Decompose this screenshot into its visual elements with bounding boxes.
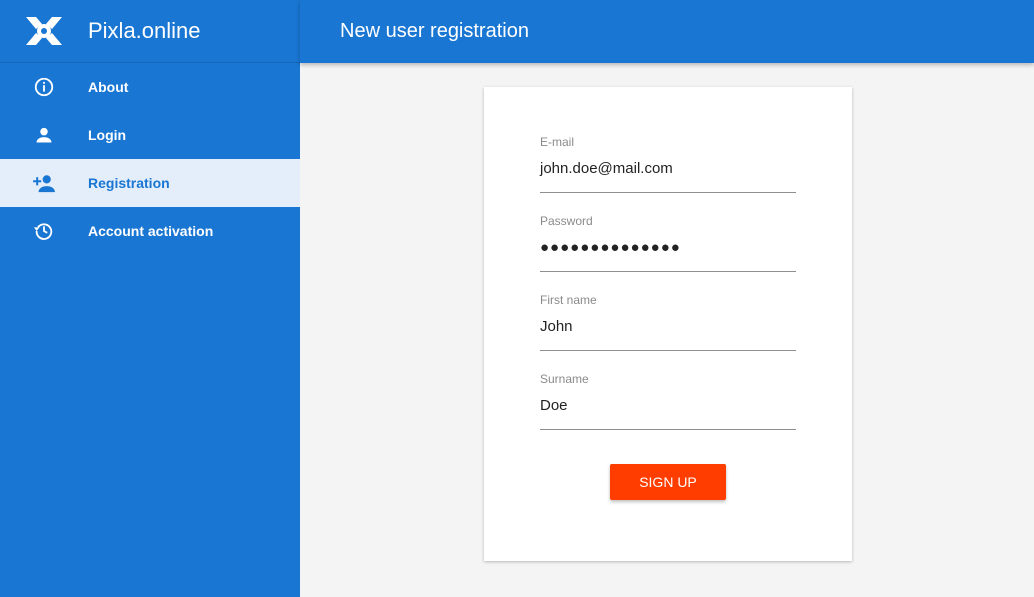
- app-name[interactable]: Pixla.online: [88, 18, 201, 44]
- sidebar: Pixla.online About Login Registration Ac…: [0, 0, 300, 597]
- first-name-field[interactable]: First name John: [540, 293, 796, 351]
- password-label: Password: [540, 214, 593, 228]
- surname-input[interactable]: Doe: [540, 397, 796, 417]
- pixla-logo-icon[interactable]: [24, 15, 64, 47]
- email-underline: [540, 192, 796, 193]
- person-add-icon: [32, 171, 56, 195]
- surname-label: Surname: [540, 372, 589, 386]
- password-underline: [540, 271, 796, 272]
- info-icon: [32, 75, 56, 99]
- person-icon: [32, 123, 56, 147]
- sidebar-item-registration[interactable]: Registration: [0, 159, 300, 207]
- surname-underline: [540, 429, 796, 430]
- password-input[interactable]: ●●●●●●●●●●●●●●: [540, 239, 796, 259]
- sidebar-item-label: Account activation: [88, 223, 214, 239]
- sidebar-item-label: Registration: [88, 175, 170, 191]
- sidebar-item-login[interactable]: Login: [0, 111, 300, 159]
- email-label: E-mail: [540, 135, 575, 149]
- first-name-label: First name: [540, 293, 597, 307]
- email-field[interactable]: E-mail john.doe@mail.com: [540, 135, 796, 193]
- registration-card: E-mail john.doe@mail.com Password ●●●●●●…: [484, 87, 852, 561]
- password-field[interactable]: Password ●●●●●●●●●●●●●●: [540, 214, 796, 272]
- sidebar-item-label: Login: [88, 127, 127, 143]
- sidebar-item-label: About: [88, 79, 129, 95]
- sidebar-item-account-activation[interactable]: Account activation: [0, 207, 300, 255]
- surname-field[interactable]: Surname Doe: [540, 372, 796, 430]
- sidebar-item-about[interactable]: About: [0, 63, 300, 111]
- first-name-input[interactable]: John: [540, 318, 796, 338]
- app-header: New user registration: [300, 0, 1034, 63]
- history-icon: [32, 219, 56, 243]
- page-title: New user registration: [340, 20, 529, 42]
- sign-up-button[interactable]: SIGN UP: [610, 464, 726, 500]
- email-input[interactable]: john.doe@mail.com: [540, 160, 796, 180]
- first-name-underline: [540, 350, 796, 351]
- brand: Pixla.online: [0, 0, 300, 63]
- sidebar-nav: About Login Registration Account activat…: [0, 63, 300, 255]
